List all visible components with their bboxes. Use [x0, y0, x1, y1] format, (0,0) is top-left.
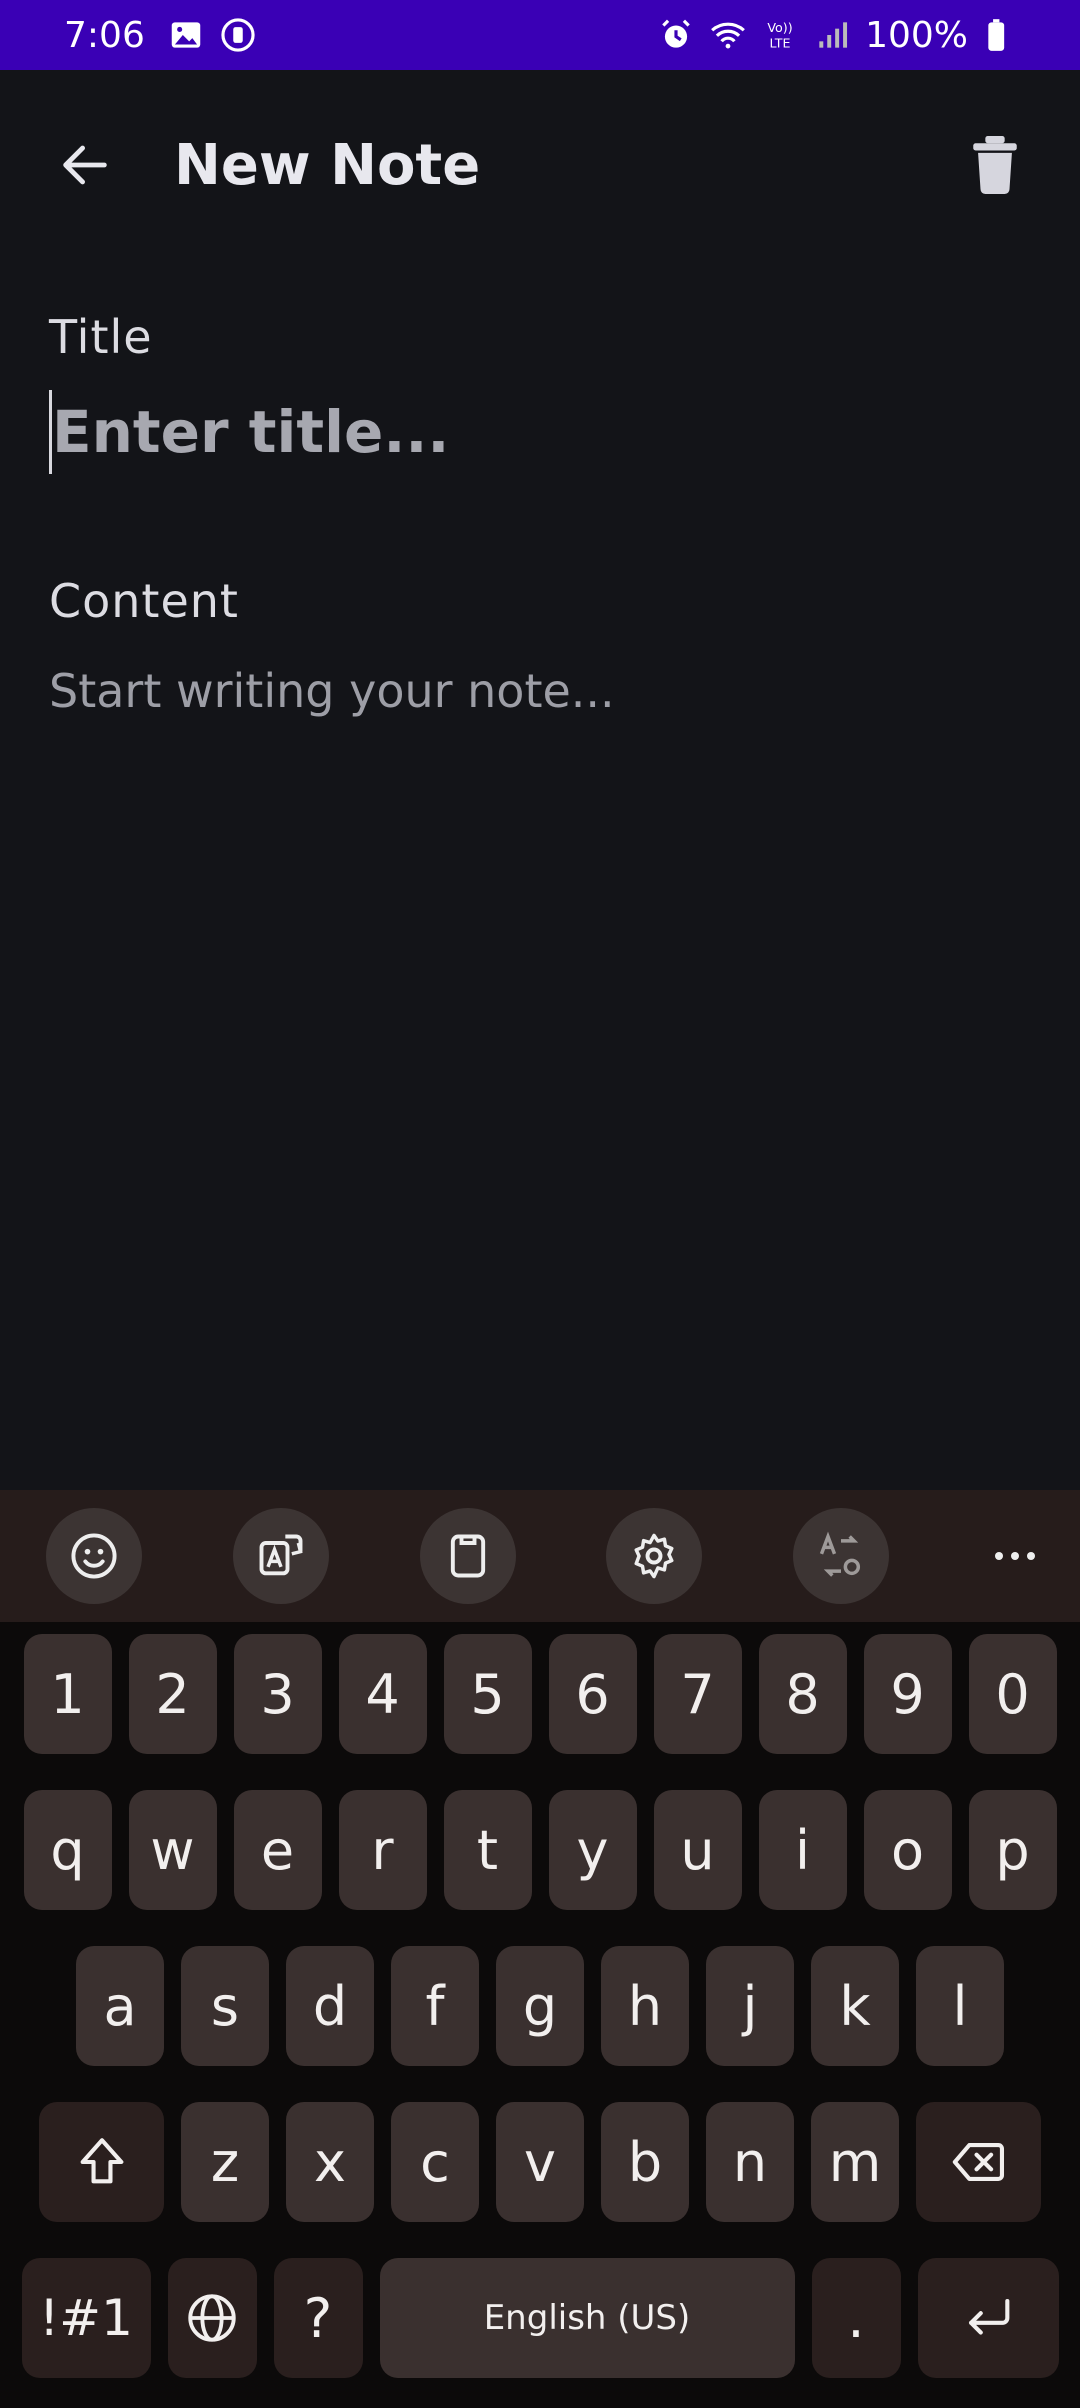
key-b[interactable]: b [601, 2102, 689, 2222]
keyboard-keys: 1 2 3 4 5 6 7 8 9 0 q w e r t y u i o p … [0, 1622, 1080, 2378]
key-k[interactable]: k [811, 1946, 899, 2066]
svg-text:LTE: LTE [770, 36, 791, 51]
shift-icon [80, 2138, 123, 2184]
question-key[interactable]: ? [273, 2258, 363, 2378]
key-5[interactable]: 5 [443, 1634, 532, 1754]
keyboard-settings-button[interactable] [606, 1508, 703, 1604]
key-c[interactable]: c [391, 2102, 479, 2222]
backspace-key[interactable] [916, 2102, 1041, 2222]
image-icon [167, 16, 205, 54]
soft-keyboard: 1 2 3 4 5 6 7 8 9 0 q w e r t y u i o p … [0, 1490, 1080, 2408]
emoji-icon [71, 1533, 117, 1579]
key-n[interactable]: n [706, 2102, 794, 2222]
key-e[interactable]: e [233, 1790, 322, 1910]
clipboard-icon [450, 1534, 485, 1578]
delete-button[interactable] [950, 120, 1040, 210]
space-key[interactable]: English (US) [379, 2258, 795, 2378]
title-label: Title [49, 310, 153, 364]
number-row: 1 2 3 4 5 6 7 8 9 0 [0, 1634, 1080, 1754]
key-l[interactable]: l [916, 1946, 1004, 2066]
key-v[interactable]: v [496, 2102, 584, 2222]
arrow-back-icon [63, 145, 107, 185]
text-switch-icon [820, 1531, 861, 1577]
key-o[interactable]: o [863, 1790, 952, 1910]
key-s[interactable]: s [181, 1946, 269, 2066]
battery-icon [982, 16, 1020, 54]
more-button[interactable] [980, 1521, 1050, 1591]
content-input[interactable] [49, 664, 1039, 764]
key-j[interactable]: j [706, 1946, 794, 2066]
battery-percent: 100% [865, 14, 968, 56]
enter-icon [969, 2299, 1010, 2335]
translate-icon [259, 1534, 303, 1576]
translate-button[interactable] [232, 1508, 329, 1604]
new-note-screen: 7:06 Vo)) LTE 100% New Note Title Enter … [0, 0, 1080, 2408]
key-3[interactable]: 3 [233, 1634, 322, 1754]
key-u[interactable]: u [653, 1790, 742, 1910]
keyboard-toolbar [0, 1490, 1080, 1622]
period-key[interactable]: . [811, 2258, 901, 2378]
key-q[interactable]: q [23, 1790, 112, 1910]
key-z[interactable]: z [181, 2102, 269, 2222]
key-1[interactable]: 1 [23, 1634, 112, 1754]
page-title: New Note [174, 132, 481, 198]
key-r[interactable]: r [338, 1790, 427, 1910]
letter-row-3: z x c v b n m [0, 2102, 1080, 2222]
wifi-icon [709, 16, 747, 54]
letter-row-2: a s d f g h j k l [0, 1946, 1080, 2066]
text-switch-button[interactable] [793, 1508, 890, 1604]
key-i[interactable]: i [758, 1790, 847, 1910]
key-f[interactable]: f [391, 1946, 479, 2066]
symbols-key[interactable]: !#1 [21, 2258, 151, 2378]
key-6[interactable]: 6 [548, 1634, 637, 1754]
bottom-row: !#1 ? English (US) . [0, 2258, 1080, 2378]
key-w[interactable]: w [128, 1790, 217, 1910]
svg-text:Vo)): Vo)) [767, 20, 792, 35]
letter-row-1: q w e r t y u i o p [0, 1790, 1080, 1910]
key-d[interactable]: d [286, 1946, 374, 2066]
sync-circle-icon [219, 16, 257, 54]
signal-icon [813, 16, 851, 54]
trash-icon [973, 136, 1017, 194]
app-bar: New Note [0, 70, 1080, 260]
key-m[interactable]: m [811, 2102, 899, 2222]
shift-key[interactable] [39, 2102, 164, 2222]
key-x[interactable]: x [286, 2102, 374, 2222]
key-7[interactable]: 7 [653, 1634, 742, 1754]
status-time: 7:06 [64, 14, 145, 56]
settings-icon [634, 1533, 674, 1579]
key-h[interactable]: h [601, 1946, 689, 2066]
emoji-button[interactable] [46, 1508, 142, 1604]
language-key[interactable] [167, 2258, 257, 2378]
note-form: Title Content [49, 310, 1039, 764]
key-2[interactable]: 2 [128, 1634, 217, 1754]
title-input[interactable] [49, 390, 1039, 474]
status-right: Vo)) LTE 100% [657, 15, 1020, 56]
volte-icon: Vo)) LTE [761, 16, 799, 54]
key-g[interactable]: g [496, 1946, 584, 2066]
content-label: Content [49, 574, 239, 628]
more-icon [994, 1552, 1035, 1560]
key-p[interactable]: p [968, 1790, 1057, 1910]
globe-icon [188, 2294, 236, 2342]
key-0[interactable]: 0 [968, 1634, 1057, 1754]
key-a[interactable]: a [76, 1946, 164, 2066]
key-4[interactable]: 4 [338, 1634, 427, 1754]
alarm-icon [657, 16, 695, 54]
back-button[interactable] [40, 120, 130, 210]
key-8[interactable]: 8 [758, 1634, 847, 1754]
key-t[interactable]: t [443, 1790, 532, 1910]
enter-key[interactable] [917, 2258, 1059, 2378]
status-bar: 7:06 Vo)) LTE 100% [0, 0, 1080, 70]
key-9[interactable]: 9 [863, 1634, 952, 1754]
key-y[interactable]: y [548, 1790, 637, 1910]
clipboard-button[interactable] [419, 1508, 516, 1604]
status-left: 7:06 [64, 15, 257, 56]
backspace-icon [952, 2143, 1004, 2181]
